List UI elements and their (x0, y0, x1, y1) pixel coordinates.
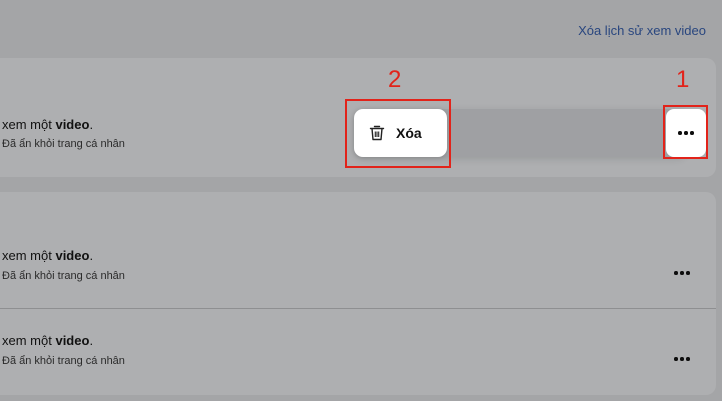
entry-title: xem một video. (2, 117, 94, 132)
highlight-box-step-2 (345, 99, 451, 168)
clear-watch-history-link[interactable]: Xóa lịch sử xem video (578, 23, 706, 38)
more-options-button[interactable] (674, 351, 690, 367)
step-number-2: 2 (388, 66, 402, 93)
dot (686, 271, 690, 275)
entry-subtitle: Đã ẩn khỏi trang cá nhân (2, 270, 125, 282)
dot (674, 271, 678, 275)
entry-title: xem một video. (2, 333, 94, 348)
dot (686, 357, 690, 361)
dot (680, 271, 684, 275)
highlight-box-step-1 (663, 105, 708, 159)
dot (680, 357, 684, 361)
entry-subtitle: Đã ẩn khỏi trang cá nhân (2, 355, 125, 367)
dot (674, 357, 678, 361)
entry-subtitle: Đã ẩn khỏi trang cá nhân (2, 138, 125, 150)
entry-title: xem một video. (2, 248, 94, 263)
activity-entry-3: xem một video. Đã ẩn khỏi trang cá nhân (0, 309, 716, 395)
more-options-button[interactable] (674, 265, 690, 281)
activity-entry-2: xem một video. Đã ẩn khỏi trang cá nhân (0, 192, 716, 308)
activity-card-2: xem một video. Đã ẩn khỏi trang cá nhân … (0, 192, 716, 395)
step-number-1: 1 (676, 66, 690, 93)
